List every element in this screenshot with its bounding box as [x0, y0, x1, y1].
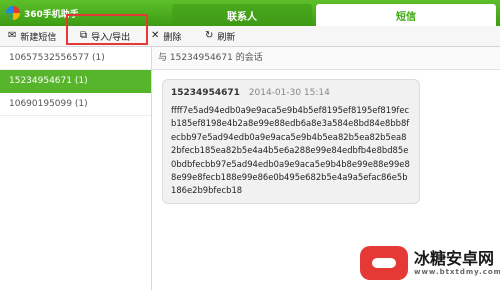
message-bubble: 15234954671 2014-01-30 15:14 ffff7e5ad94… [162, 79, 420, 204]
message-body: ffff7e5ad94edb0a9e9aca5e9b4b5ef8195ef819… [171, 105, 410, 196]
tab-sms[interactable]: 短信 [316, 4, 496, 26]
new-sms-button[interactable]: ✉ 新建短信 [8, 28, 56, 44]
delete-button[interactable]: ✕ 删除 [151, 28, 181, 44]
watermark: 冰糖安卓网 www.btxtdmy.com [360, 246, 500, 280]
message-sender: 15234954671 [171, 88, 240, 98]
close-icon: ✕ [151, 30, 160, 41]
highlight-box [66, 14, 148, 45]
conversation-item[interactable]: 10657532556577 (1) [0, 47, 151, 70]
conversation-list: 10657532556577 (1) 15234954671 (1) 10690… [0, 47, 152, 290]
conversation-item[interactable]: 10690195099 (1) [0, 93, 151, 116]
watermark-text: 冰糖安卓网 [414, 249, 495, 268]
refresh-label: 刷新 [217, 32, 236, 43]
watermark-url: www.btxtdmy.com [414, 268, 500, 276]
conversation-header: 与 15234954671 的会话 [152, 47, 500, 70]
message-meta: 15234954671 2014-01-30 15:14 [171, 88, 411, 98]
delete-label: 删除 [163, 32, 182, 43]
mail-icon: ✉ [8, 30, 17, 41]
app-logo-icon [6, 6, 20, 20]
refresh-button[interactable]: ↻ 刷新 [205, 28, 235, 44]
message-time: 2014-01-30 15:14 [248, 88, 330, 98]
tab-contacts[interactable]: 联系人 [172, 4, 312, 26]
conversation-item-active[interactable]: 15234954671 (1) [0, 70, 151, 93]
refresh-icon: ↻ [205, 30, 214, 41]
new-sms-label: 新建短信 [20, 32, 57, 43]
gamepad-logo-icon [360, 246, 408, 280]
